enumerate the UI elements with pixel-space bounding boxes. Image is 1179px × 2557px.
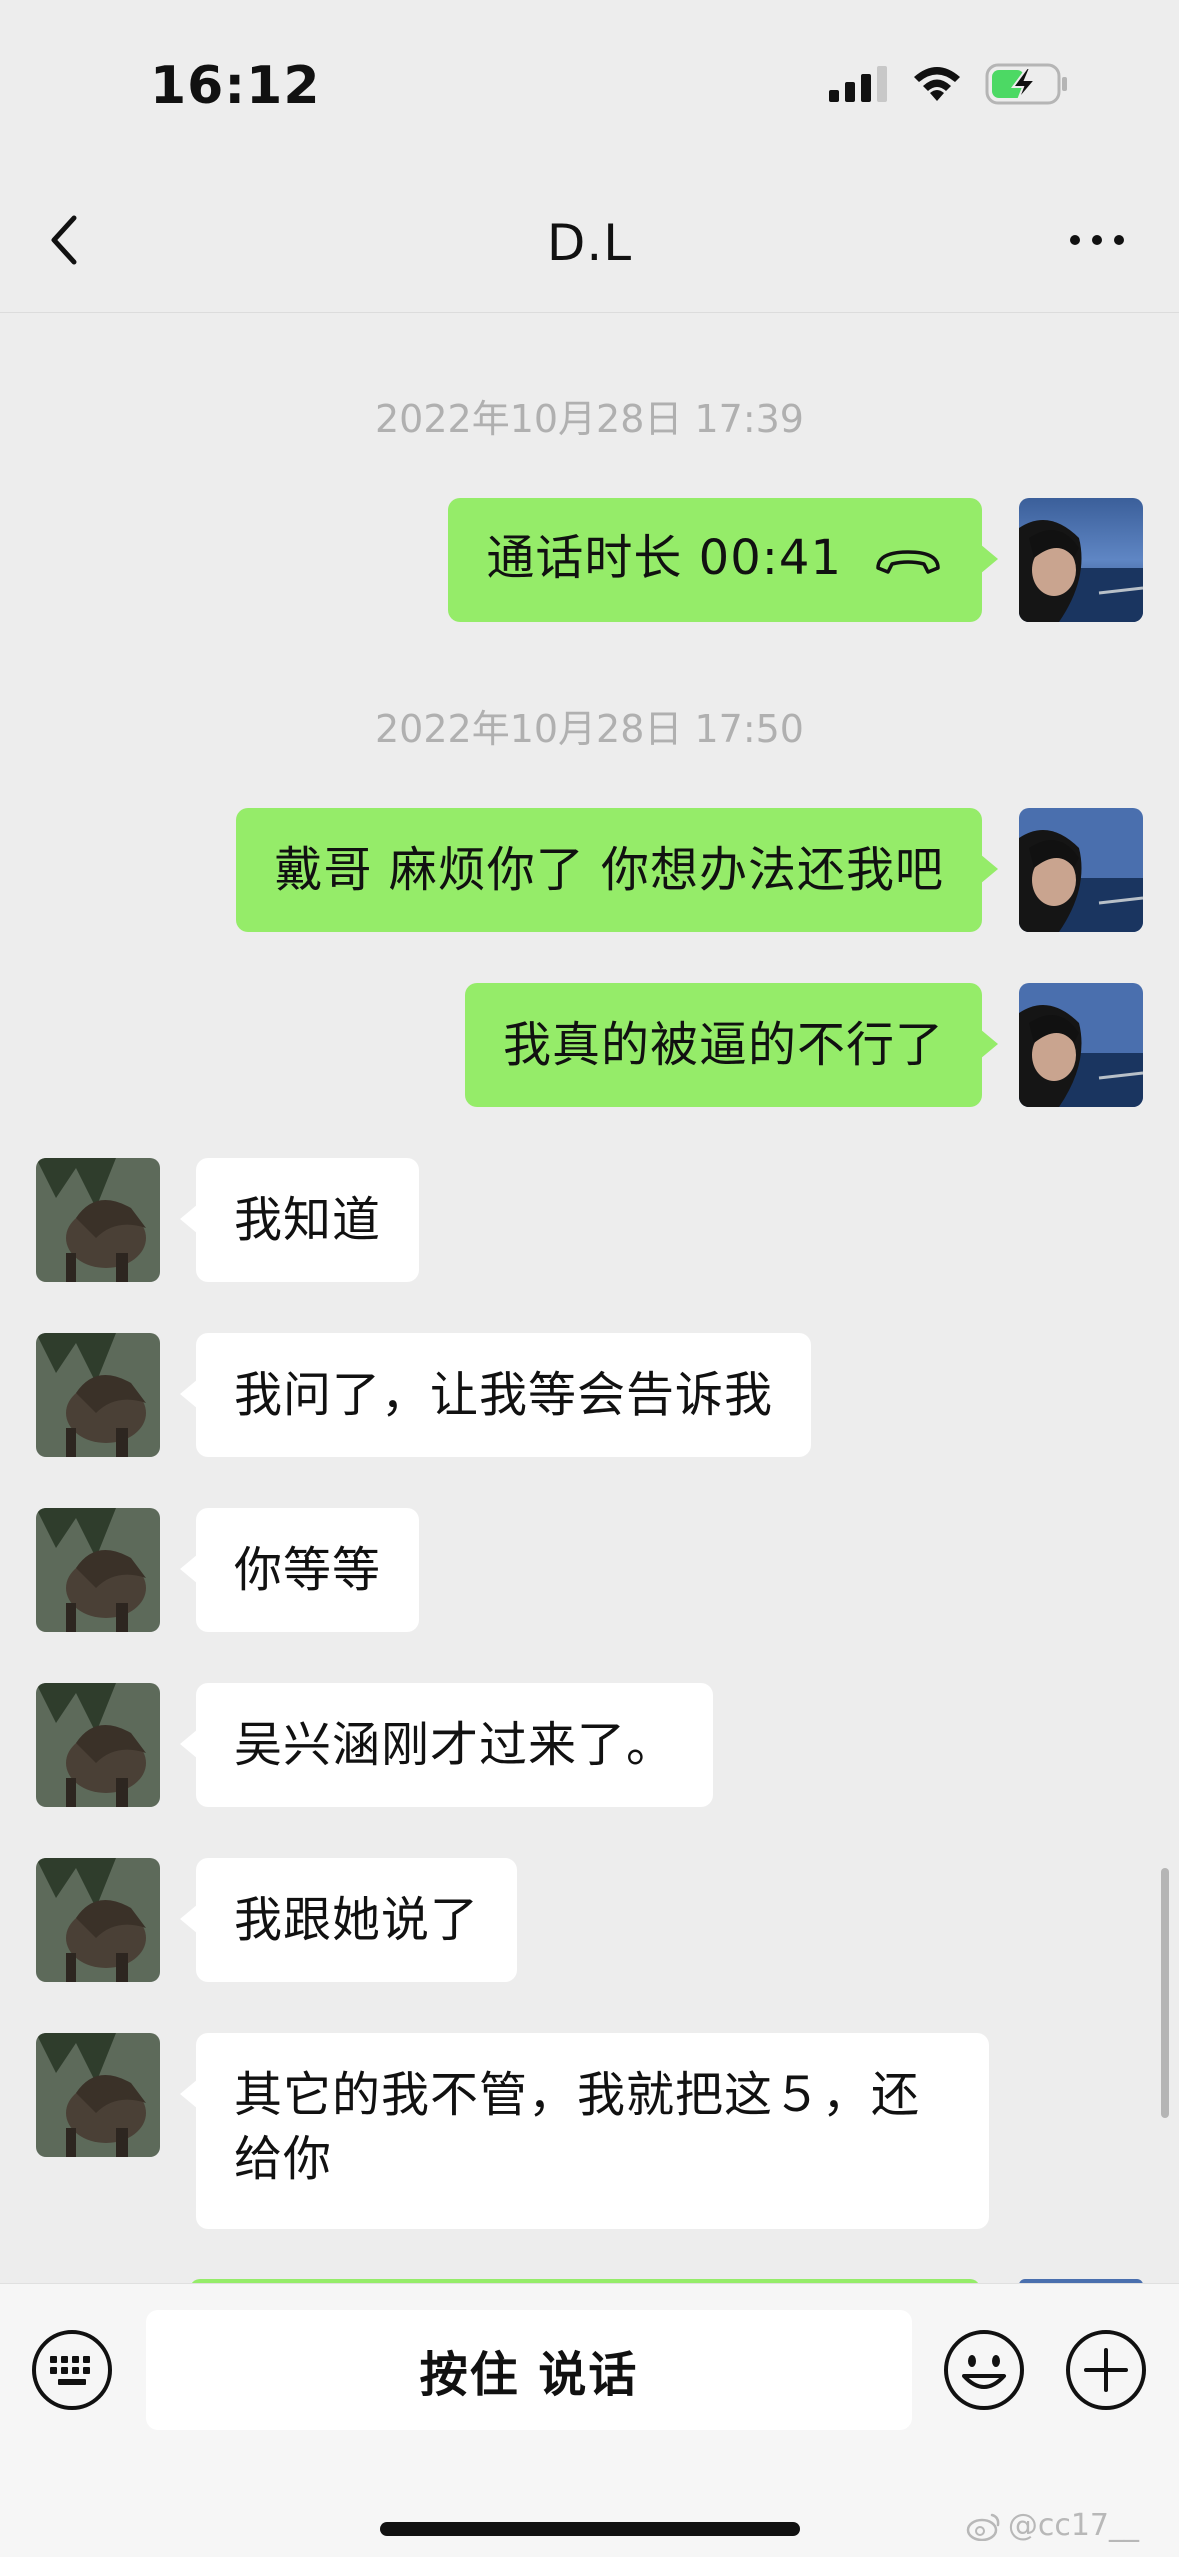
message-bubble-received[interactable]: 我问了，让我等会告诉我: [179, 1333, 812, 1457]
status-time: 16:12: [150, 56, 321, 116]
contact-avatar[interactable]: [36, 1158, 160, 1282]
contact-avatar[interactable]: [36, 1508, 160, 1632]
message-bubble-received[interactable]: 我跟她说了: [179, 1858, 518, 1982]
my-avatar[interactable]: [1019, 808, 1143, 932]
chat-title: D.L: [546, 214, 633, 272]
message-bubble-sent[interactable]: 戴哥 麻烦你了 你想办法还我吧: [236, 808, 998, 932]
keyboard-icon[interactable]: [30, 2328, 114, 2412]
contact-avatar[interactable]: [36, 2033, 160, 2157]
message-text: 你等等: [234, 1542, 382, 1598]
plus-icon[interactable]: [1064, 2328, 1148, 2412]
contact-avatar[interactable]: [36, 1333, 160, 1457]
message-bubble-received[interactable]: 我知道: [179, 1158, 420, 1282]
timestamp: 2022年10月28日 17:50: [374, 707, 804, 751]
message-bubble-received[interactable]: 吴兴涵刚才过来了。: [179, 1683, 714, 1807]
contact-avatar[interactable]: [36, 1683, 160, 1807]
call-record-bubble[interactable]: 通话时长 00:41: [448, 498, 998, 622]
call-duration-text: 通话时长 00:41: [486, 530, 842, 586]
message-text: 戴哥 麻烦你了 你想办法还我吧: [274, 842, 944, 898]
watermark-text: @cc17__: [1007, 2508, 1139, 2543]
message-text: 我问了，让我等会告诉我: [234, 1367, 774, 1423]
home-indicator: [380, 2522, 800, 2536]
chat-area[interactable]: 2022年10月28日 17:39 通话时长 00:41 2022年10月28日…: [0, 313, 1179, 2283]
message-bubble-sent[interactable]: 我真的被逼的不行了: [464, 983, 999, 1107]
message-text: 我跟她说了: [234, 1892, 480, 1948]
my-avatar[interactable]: [1019, 983, 1143, 1107]
signal-icon: [829, 66, 887, 102]
my-avatar[interactable]: [1019, 498, 1143, 622]
message-text: 吴兴涵刚才过来了。: [234, 1717, 676, 1773]
emoji-icon[interactable]: [942, 2328, 1026, 2412]
phone-hangup-icon: [876, 550, 940, 574]
battery-charging-icon: [985, 63, 1067, 105]
hold-to-talk-button[interactable]: 按住 说话: [146, 2310, 912, 2430]
weibo-logo-icon: [966, 2513, 1000, 2541]
message-bubble-received[interactable]: 其它的我不管，我就把这５，还给你: [180, 2033, 989, 2229]
message-bubble-received[interactable]: 你等等: [179, 1508, 420, 1632]
scroll-indicator: [1161, 1868, 1169, 2118]
timestamp: 2022年10月28日 17:39: [374, 397, 804, 441]
message-text: 我真的被逼的不行了: [502, 1017, 944, 1073]
more-icon[interactable]: [1067, 228, 1127, 252]
status-icons: [829, 62, 1069, 106]
contact-avatar[interactable]: [36, 1858, 160, 1982]
message-text: 其它的我不管，我就把这５，还给你: [234, 2067, 921, 2187]
status-bar: 16:12: [0, 0, 1179, 170]
message-text: 我知道: [234, 1192, 382, 1248]
watermark: @cc17__: [966, 2508, 1139, 2543]
nav-bar: D.L: [0, 170, 1179, 313]
wifi-icon: [914, 67, 960, 101]
